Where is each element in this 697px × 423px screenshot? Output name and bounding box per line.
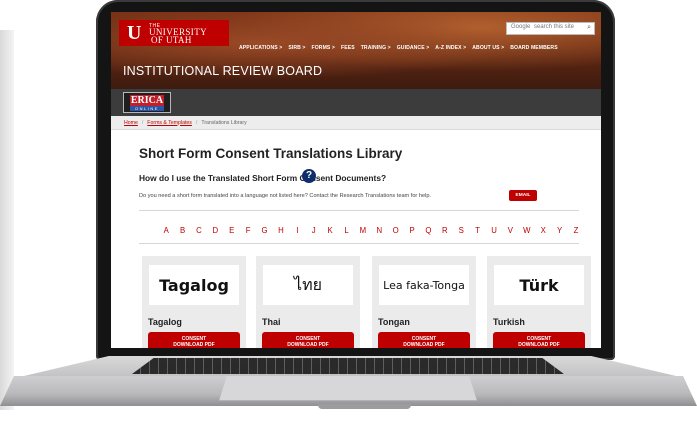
divider [139,243,579,244]
logo-of-utah: OF UTAH [151,35,192,45]
alpha-link-n[interactable]: N [371,226,387,235]
how-to-question: How do I use the Translated Short Form C… [139,173,387,183]
alpha-link-t[interactable]: T [469,226,485,235]
nav-about-us[interactable]: ABOUT US > [472,45,504,51]
nav-guidance[interactable]: GUIDANCE > [397,45,430,51]
button-line-1: CONSENT [411,336,437,342]
request-text: Do you need a short form translated into… [139,193,431,199]
alpha-link-h[interactable]: H [273,226,289,235]
card-language-label: Tagalog [148,317,182,327]
language-card: ไทย Thai CONSENT DOWNLOAD PDF [256,256,360,348]
nav-training[interactable]: TRAINING > [361,45,391,51]
breadcrumb-forms[interactable]: Forms & Templates [147,120,192,126]
nav-board-members[interactable]: BOARD MEMBERS [510,45,557,51]
main-nav: APPLICATIONS > SIRB > FORMS > FEES TRAIN… [239,43,558,53]
alpha-link-j[interactable]: J [306,226,322,235]
download-consent-button[interactable]: CONSENT DOWNLOAD PDF [262,332,354,348]
download-consent-button[interactable]: CONSENT DOWNLOAD PDF [378,332,470,348]
nav-forms[interactable]: FORMS > [312,45,335,51]
alpha-link-o[interactable]: O [387,226,403,235]
alpha-link-c[interactable]: C [191,226,207,235]
breadcrumb-separator: / [141,119,144,126]
button-line-1: CONSENT [526,336,552,342]
download-consent-button[interactable]: CONSENT DOWNLOAD PDF [493,332,585,348]
nav-fees[interactable]: FEES [341,45,355,51]
alpha-link-r[interactable]: R [437,226,453,235]
header-banner: U THE UNIVERSITY OF UTAH Google search t… [111,12,601,89]
card-language-label: Thai [262,317,281,327]
laptop-keyboard [132,358,564,374]
alpha-link-z[interactable]: Z [568,226,584,235]
erica-bar: ERICA ONLINE [111,89,601,116]
breadcrumb-separator: / [195,119,198,126]
button-line-2: DOWNLOAD PDF [403,342,445,348]
alpha-link-i[interactable]: I [289,226,305,235]
breadcrumb-home[interactable]: Home [124,120,138,126]
button-line-1: CONSENT [181,336,207,342]
card-native-name: ไทย [263,265,353,305]
button-line-1: CONSENT [295,336,321,342]
laptop-notch [318,404,411,409]
card-native-name: Tagalog [149,265,239,305]
alpha-link-m[interactable]: M [355,226,371,235]
site-title[interactable]: INSTITUTIONAL REVIEW BOARD [123,64,322,78]
search-icon[interactable]: ⌕ [587,24,591,32]
alpha-link-a[interactable]: A [158,226,174,235]
card-language-label: Tongan [378,317,410,327]
button-line-2: DOWNLOAD PDF [173,342,215,348]
search-placeholder: search this site [534,24,575,30]
alpha-link-e[interactable]: E [224,226,240,235]
card-native-name: Türk [494,265,584,305]
divider [139,210,579,211]
google-label: Google [511,24,531,30]
alpha-link-q[interactable]: Q [420,226,436,235]
alpha-link-u[interactable]: U [486,226,502,235]
alpha-link-g[interactable]: G [256,226,272,235]
nav-sirb[interactable]: SIRB > [288,45,305,51]
alpha-link-x[interactable]: X [535,226,551,235]
alphabet-nav: A B C D E F G H I J K L M N O P Q R S T … [158,226,584,235]
button-line-2: DOWNLOAD PDF [518,342,560,348]
language-card: Lea faka-Tonga Tongan CONSENT DOWNLOAD P… [372,256,476,348]
nav-applications[interactable]: APPLICATIONS > [239,45,282,51]
erica-bottom-text: ONLINE [130,106,164,111]
nav-az-index[interactable]: A-Z INDEX > [435,45,466,51]
help-icon[interactable]: ? [302,169,316,183]
alpha-link-p[interactable]: P [404,226,420,235]
u-logo-icon: U [127,22,142,44]
language-card: Tagalog Tagalog CONSENT DOWNLOAD PDF [142,256,246,348]
breadcrumb-current: Translations Library [201,119,247,126]
alpha-link-y[interactable]: Y [551,226,567,235]
erica-top-text: ERICA [130,95,164,106]
page-title: Short Form Consent Translations Library [139,146,403,161]
language-card: Türk Turkish CONSENT DOWNLOAD PDF [487,256,591,348]
university-logo[interactable]: U THE UNIVERSITY OF UTAH [119,20,229,46]
search-input[interactable]: Google search this site ⌕ [506,22,595,35]
background-shadow [0,30,14,410]
laptop-screen: U THE UNIVERSITY OF UTAH Google search t… [111,12,601,348]
breadcrumb: Home / Forms & Templates / Translations … [111,116,601,130]
download-consent-button[interactable]: CONSENT DOWNLOAD PDF [148,332,240,348]
alpha-link-w[interactable]: W [519,226,535,235]
card-language-label: Turkish [493,317,525,327]
erica-online-logo[interactable]: ERICA ONLINE [123,92,171,113]
alpha-link-d[interactable]: D [207,226,223,235]
alpha-link-l[interactable]: L [338,226,354,235]
alpha-link-k[interactable]: K [322,226,338,235]
email-button[interactable]: EMAIL [509,190,537,201]
alpha-link-b[interactable]: B [174,226,190,235]
button-line-2: DOWNLOAD PDF [287,342,329,348]
card-native-name: Lea faka-Tonga [379,265,469,305]
alpha-link-s[interactable]: S [453,226,469,235]
laptop-trackpad [219,376,477,401]
alpha-link-v[interactable]: V [502,226,518,235]
alpha-link-f[interactable]: F [240,226,256,235]
